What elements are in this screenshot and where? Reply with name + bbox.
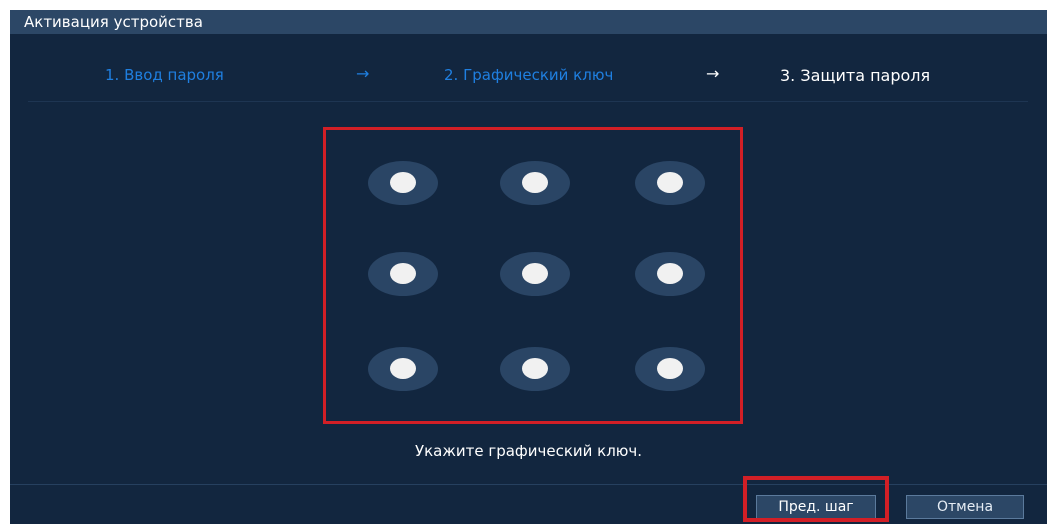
- footer-divider: [10, 484, 1047, 485]
- step-password-protection: 3. Защита пароля: [780, 66, 931, 85]
- pattern-dot-1[interactable]: [368, 161, 438, 205]
- step-arrow-2: →: [706, 64, 720, 83]
- previous-step-button[interactable]: Пред. шаг: [756, 495, 876, 519]
- window-title: Активация устройства: [24, 13, 203, 31]
- pattern-dot-4[interactable]: [368, 252, 438, 296]
- step-arrow-1: →: [356, 64, 370, 83]
- pattern-dot-3[interactable]: [635, 161, 705, 205]
- pattern-dot-9[interactable]: [635, 347, 705, 391]
- pattern-hint-text: Укажите графический ключ.: [414, 442, 643, 460]
- steps-divider: [28, 101, 1028, 102]
- pattern-dot-6[interactable]: [635, 252, 705, 296]
- pattern-dot-5[interactable]: [500, 252, 570, 296]
- step-password-entry: 1. Ввод пароля: [105, 66, 224, 84]
- pattern-grid[interactable]: [323, 127, 743, 424]
- pattern-dot-8[interactable]: [500, 347, 570, 391]
- pattern-dot-7[interactable]: [368, 347, 438, 391]
- title-bar: Активация устройства: [10, 10, 1047, 34]
- cancel-button[interactable]: Отмена: [906, 495, 1024, 519]
- step-pattern-key: 2. Графический ключ: [444, 66, 614, 84]
- device-activation-window: Активация устройства 1. Ввод пароля → 2.…: [10, 10, 1047, 524]
- pattern-dot-2[interactable]: [500, 161, 570, 205]
